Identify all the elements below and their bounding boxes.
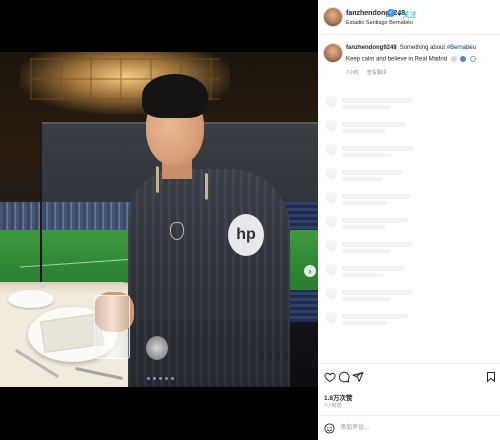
action-bar: [318, 363, 500, 392]
next-slide-button[interactable]: ›: [304, 265, 316, 277]
comment-input[interactable]: [340, 422, 490, 434]
location-link[interactable]: Estadio Santiago Bernabéu: [346, 20, 413, 26]
carousel-indicator: [147, 377, 174, 380]
share-icon[interactable]: [352, 371, 364, 383]
avatar[interactable]: [324, 8, 342, 26]
emoji-icon: [450, 56, 457, 62]
caption-text-2: Keep calm and believe in Real Madrid: [346, 56, 448, 63]
post-header: fanzhendong9248 ✓ • 关注 Estadio Santiago B…: [318, 0, 500, 35]
carousel-dot: [159, 377, 162, 380]
emoji-icon: [460, 56, 467, 62]
wristwatch: [146, 336, 168, 360]
emoji-picker-icon[interactable]: [324, 423, 335, 434]
post-photo[interactable]: hp ›: [0, 52, 318, 387]
comment-icon[interactable]: [338, 371, 350, 383]
person: hp: [94, 74, 290, 387]
verified-badge-icon: ✓: [387, 9, 395, 17]
hair: [142, 74, 208, 118]
carousel-dot: [165, 377, 168, 380]
post-timestamp: 7小时前: [324, 403, 342, 409]
separator: •: [398, 12, 401, 19]
like-count[interactable]: 1.8万次赞: [324, 392, 353, 402]
heart-icon[interactable]: [324, 371, 336, 383]
translate-link[interactable]: 查看翻译: [367, 70, 387, 76]
caption-meta: 7小时 查看翻译: [346, 69, 387, 76]
caption-age: 7小时: [346, 70, 359, 76]
comment-bar: [318, 415, 500, 441]
heart-emoji-icon: [470, 56, 477, 62]
side-plate: [8, 290, 54, 308]
carousel-dot: [171, 377, 174, 380]
author-username[interactable]: fanzhendong9248: [346, 10, 405, 17]
caption-line: fanzhendong9248 Something about #Bernabeu: [346, 45, 476, 51]
post-dialog: hp › fanzhendong9248 ✓ • 关注 Estadio Sant…: [0, 0, 500, 440]
carousel-dot: [153, 377, 156, 380]
follow-button[interactable]: • 关注: [398, 10, 416, 20]
caption-text: Something about: [399, 45, 447, 51]
caption-username[interactable]: fanzhendong9248: [346, 45, 397, 51]
media-pane: hp ›: [0, 0, 318, 440]
follow-label: 关注: [402, 12, 417, 19]
caption-line-2: Keep calm and believe in Real Madrid: [346, 56, 477, 63]
post-sidebar: fanzhendong9248 ✓ • 关注 Estadio Santiago B…: [318, 0, 500, 440]
jersey-sponsor-logo: hp: [228, 214, 264, 256]
carousel-dot: [147, 377, 150, 380]
club-crest: [170, 222, 184, 240]
bookmark-icon[interactable]: [485, 371, 497, 383]
water-glass: [94, 295, 130, 359]
caption-avatar[interactable]: [324, 44, 342, 62]
hashtag-link[interactable]: #Bernabeu: [447, 45, 476, 51]
